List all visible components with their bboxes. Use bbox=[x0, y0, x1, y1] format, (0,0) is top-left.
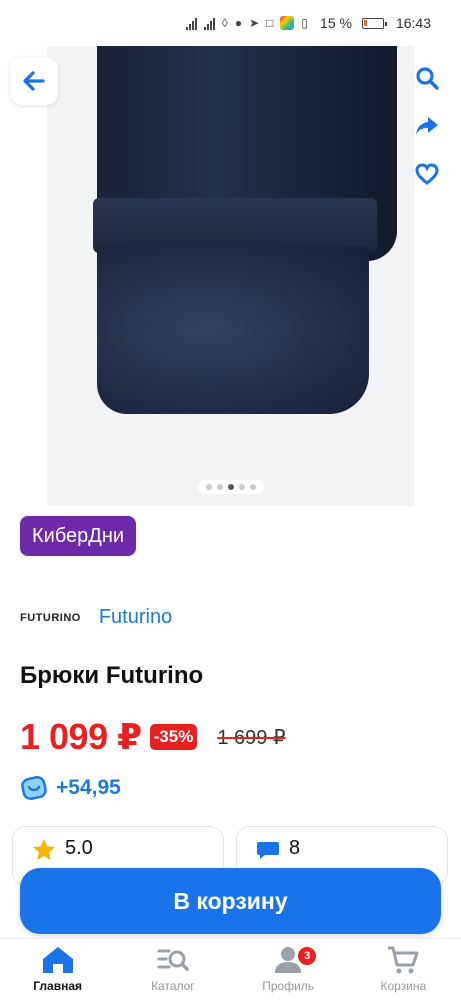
product-actions bbox=[407, 58, 447, 194]
cart-icon bbox=[388, 946, 419, 974]
bonus-value: +54,95 bbox=[56, 776, 121, 799]
chat-icon: □ bbox=[266, 16, 274, 30]
bottom-nav: Главная Каталог 3 Профиль Корзина bbox=[0, 938, 461, 1000]
share-icon bbox=[416, 117, 438, 135]
cell-signal-2-icon bbox=[203, 17, 215, 30]
gallery-dot[interactable] bbox=[216, 484, 223, 490]
nav-label: Каталог bbox=[151, 979, 195, 993]
nav-item-profile[interactable]: 3 Профиль bbox=[238, 945, 338, 993]
messenger-icon: ● bbox=[234, 16, 243, 30]
wifi-icon: ◊ bbox=[221, 16, 228, 30]
arrow-left-icon bbox=[23, 71, 45, 91]
product-image-lining bbox=[97, 246, 369, 414]
share-button[interactable] bbox=[407, 106, 447, 146]
brand-link[interactable]: Futurino bbox=[99, 606, 172, 629]
gallery-pagination bbox=[197, 480, 264, 494]
product-title: Брюки Futurino bbox=[20, 662, 204, 689]
heart-icon bbox=[415, 163, 439, 185]
product-image-gallery[interactable] bbox=[47, 46, 414, 506]
bonus-row[interactable]: +54,95 bbox=[20, 774, 121, 802]
brand-logo: FUTURINO bbox=[20, 611, 81, 624]
telegram-icon: ➤ bbox=[249, 16, 260, 30]
price-row: 1 099 ₽ -35% 1 699 ₽ bbox=[20, 716, 286, 758]
promo-badge[interactable]: КиберДни bbox=[20, 516, 137, 556]
search-icon bbox=[416, 67, 439, 90]
battery-percent: 15 % bbox=[320, 15, 352, 31]
cell-signal-icon bbox=[185, 17, 197, 30]
status-bar: ◊ ● ➤ □ ▯ 15 % 16:43 bbox=[0, 0, 461, 46]
gallery-dot[interactable] bbox=[249, 484, 256, 490]
nav-item-home[interactable]: Главная bbox=[8, 945, 108, 993]
rating-value: 5.0 bbox=[65, 837, 93, 859]
catalog-icon bbox=[157, 949, 189, 971]
price-current: 1 099 ₽ bbox=[20, 716, 142, 757]
reviews-count: 8 bbox=[289, 837, 301, 859]
comment-icon bbox=[257, 842, 279, 859]
vibrate-icon: ▯ bbox=[301, 16, 309, 30]
nav-label: Корзина bbox=[380, 979, 427, 993]
search-button[interactable] bbox=[407, 58, 447, 98]
gallery-dot[interactable] bbox=[205, 484, 212, 490]
app-icon bbox=[280, 16, 295, 30]
favorite-button[interactable] bbox=[407, 154, 447, 194]
profile-notification-badge: 3 bbox=[298, 947, 317, 965]
status-icons: ◊ ● ➤ □ ▯ bbox=[185, 16, 309, 30]
star-icon bbox=[33, 839, 55, 860]
battery-icon bbox=[361, 17, 387, 29]
nav-item-cart[interactable]: Корзина bbox=[353, 945, 453, 993]
gallery-dot[interactable] bbox=[238, 484, 245, 490]
discount-badge: -35% bbox=[149, 724, 198, 750]
nav-item-catalog[interactable]: Каталог bbox=[123, 945, 223, 993]
gallery-dot-active[interactable] bbox=[227, 484, 234, 490]
product-image-cuff bbox=[93, 198, 377, 253]
home-icon bbox=[42, 947, 73, 973]
nav-label: Главная bbox=[33, 979, 83, 993]
clock: 16:43 bbox=[395, 15, 431, 31]
price-old: 1 699 ₽ bbox=[217, 726, 286, 749]
brand-row[interactable]: FUTURINO Futurino bbox=[20, 606, 172, 629]
bonus-coin-icon bbox=[21, 775, 47, 801]
add-to-cart-button[interactable]: В корзину bbox=[20, 868, 441, 934]
back-button[interactable] bbox=[10, 57, 58, 105]
nav-label: Профиль bbox=[262, 979, 315, 993]
